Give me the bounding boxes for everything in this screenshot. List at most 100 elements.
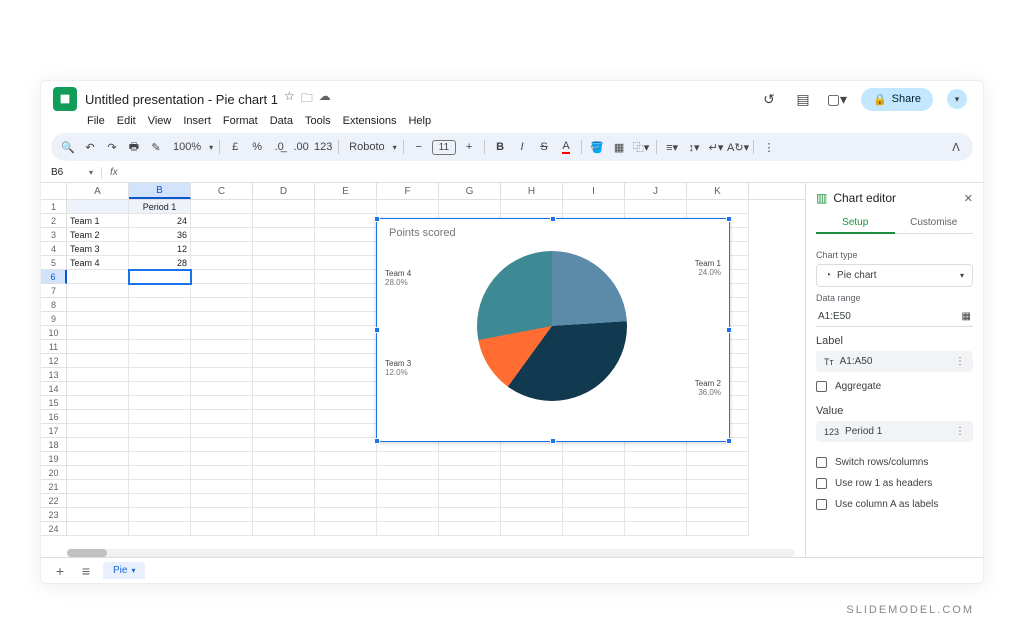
- cell[interactable]: [67, 340, 129, 354]
- star-icon[interactable]: ☆: [284, 89, 295, 110]
- aggregate-checkbox[interactable]: Aggregate: [816, 381, 973, 392]
- cell[interactable]: [501, 494, 563, 508]
- cell[interactable]: [439, 522, 501, 536]
- cell[interactable]: [253, 354, 315, 368]
- col-h[interactable]: H: [501, 183, 563, 199]
- cell[interactable]: [67, 480, 129, 494]
- row-header[interactable]: 23: [41, 508, 67, 522]
- cell[interactable]: [315, 270, 377, 284]
- cell[interactable]: [191, 256, 253, 270]
- cell[interactable]: [191, 480, 253, 494]
- cell[interactable]: [129, 284, 191, 298]
- cell[interactable]: [315, 396, 377, 410]
- row-header[interactable]: 11: [41, 340, 67, 354]
- cell[interactable]: [315, 382, 377, 396]
- cell[interactable]: [191, 368, 253, 382]
- col-f[interactable]: F: [377, 183, 439, 199]
- cell[interactable]: [315, 312, 377, 326]
- cloud-icon[interactable]: ☁: [319, 89, 331, 110]
- cell[interactable]: [129, 368, 191, 382]
- cell[interactable]: [191, 354, 253, 368]
- close-icon[interactable]: ✕: [964, 192, 973, 205]
- cell[interactable]: [67, 466, 129, 480]
- cell[interactable]: [129, 438, 191, 452]
- cell[interactable]: [625, 452, 687, 466]
- cell[interactable]: Period 1: [129, 200, 191, 214]
- row1-headers-checkbox[interactable]: Use row 1 as headers: [816, 478, 973, 489]
- cell[interactable]: [253, 256, 315, 270]
- cell[interactable]: [129, 424, 191, 438]
- value-more-icon[interactable]: ⋮: [955, 426, 965, 437]
- cell[interactable]: [687, 200, 749, 214]
- cell[interactable]: [253, 424, 315, 438]
- cell[interactable]: [129, 340, 191, 354]
- cell[interactable]: [253, 452, 315, 466]
- cell[interactable]: [253, 494, 315, 508]
- cell[interactable]: [563, 200, 625, 214]
- row-header[interactable]: 24: [41, 522, 67, 536]
- row-header[interactable]: 1: [41, 200, 67, 214]
- cell[interactable]: [253, 480, 315, 494]
- chart-object[interactable]: Points scored Team 124.0% Team 236.0% Te…: [376, 218, 730, 442]
- cell[interactable]: [129, 466, 191, 480]
- colA-labels-checkbox[interactable]: Use column A as labels: [816, 499, 973, 510]
- cell[interactable]: [625, 494, 687, 508]
- cell[interactable]: [253, 228, 315, 242]
- tab-setup[interactable]: Setup: [816, 213, 895, 234]
- cell[interactable]: [191, 382, 253, 396]
- row-header[interactable]: 13: [41, 368, 67, 382]
- cell[interactable]: [563, 522, 625, 536]
- row-header[interactable]: 6: [41, 270, 67, 284]
- row-header[interactable]: 7: [41, 284, 67, 298]
- cell[interactable]: [439, 494, 501, 508]
- cell[interactable]: [191, 452, 253, 466]
- cell[interactable]: [191, 228, 253, 242]
- italic-icon[interactable]: I: [513, 138, 531, 156]
- cell[interactable]: [191, 340, 253, 354]
- cell[interactable]: [67, 354, 129, 368]
- cell[interactable]: [687, 480, 749, 494]
- cell[interactable]: [67, 410, 129, 424]
- cell[interactable]: [129, 410, 191, 424]
- row-header[interactable]: 21: [41, 480, 67, 494]
- move-icon[interactable]: 🗀: [301, 89, 313, 110]
- cell[interactable]: [67, 368, 129, 382]
- valign-icon[interactable]: ↕▾: [685, 138, 703, 156]
- cell-reference[interactable]: B6: [51, 167, 85, 178]
- row-header[interactable]: 18: [41, 438, 67, 452]
- history-icon[interactable]: ↺: [759, 89, 779, 109]
- cell[interactable]: [129, 480, 191, 494]
- cell[interactable]: [439, 466, 501, 480]
- percent-icon[interactable]: %: [248, 138, 266, 156]
- cell[interactable]: Team 1: [67, 214, 129, 228]
- cell[interactable]: [67, 522, 129, 536]
- cell[interactable]: [67, 200, 129, 214]
- cell[interactable]: [439, 480, 501, 494]
- cell[interactable]: Team 4: [67, 256, 129, 270]
- cell[interactable]: [253, 438, 315, 452]
- cell[interactable]: [377, 522, 439, 536]
- cell[interactable]: [129, 326, 191, 340]
- cell[interactable]: [687, 494, 749, 508]
- cell[interactable]: [501, 522, 563, 536]
- strike-icon[interactable]: S: [535, 138, 553, 156]
- cell[interactable]: [253, 298, 315, 312]
- col-j[interactable]: J: [625, 183, 687, 199]
- wrap-icon[interactable]: ↵▾: [707, 138, 725, 156]
- undo-icon[interactable]: ↶: [81, 138, 99, 156]
- cell[interactable]: [129, 270, 191, 284]
- tab-customise[interactable]: Customise: [895, 213, 974, 234]
- cell[interactable]: [253, 326, 315, 340]
- cell[interactable]: 24: [129, 214, 191, 228]
- chevron-down-icon[interactable]: ▾: [131, 566, 135, 575]
- dec-increase-icon[interactable]: .00: [292, 138, 310, 156]
- zoom-select[interactable]: 100%: [169, 141, 205, 153]
- cell[interactable]: [315, 368, 377, 382]
- cell[interactable]: [501, 200, 563, 214]
- cell[interactable]: [315, 522, 377, 536]
- cell[interactable]: [687, 522, 749, 536]
- cell[interactable]: [625, 508, 687, 522]
- collapse-icon[interactable]: ᐱ: [947, 138, 965, 156]
- more-formats-icon[interactable]: 123: [314, 138, 332, 156]
- currency-icon[interactable]: £: [226, 138, 244, 156]
